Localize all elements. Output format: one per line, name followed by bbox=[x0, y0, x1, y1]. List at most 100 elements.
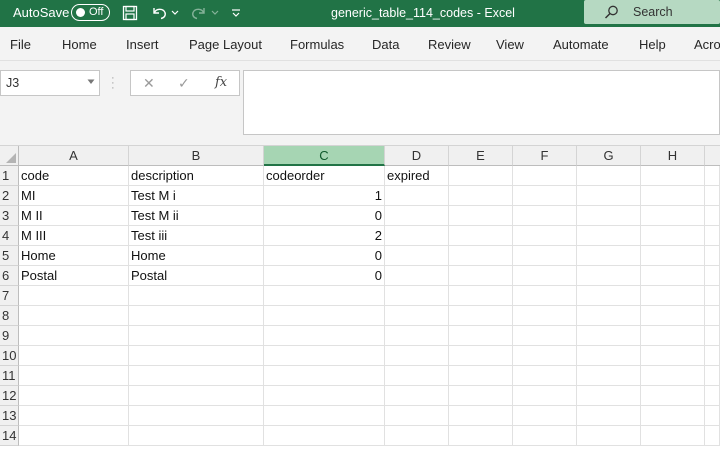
cell-b5[interactable]: Home bbox=[129, 246, 264, 266]
cell-c6[interactable]: 0 bbox=[264, 266, 385, 286]
cell-b6[interactable]: Postal bbox=[129, 266, 264, 286]
cell-c7[interactable] bbox=[264, 286, 385, 306]
cell-b7[interactable] bbox=[129, 286, 264, 306]
cell-c10[interactable] bbox=[264, 346, 385, 366]
cell-c11[interactable] bbox=[264, 366, 385, 386]
cell-a13[interactable] bbox=[19, 406, 129, 426]
cell-h10[interactable] bbox=[641, 346, 705, 366]
cell-f13[interactable] bbox=[513, 406, 577, 426]
tab-automate[interactable]: Automate bbox=[553, 37, 609, 52]
cell-h11[interactable] bbox=[641, 366, 705, 386]
cell-e2[interactable] bbox=[449, 186, 513, 206]
cell-e1[interactable] bbox=[449, 166, 513, 186]
cell-h12[interactable] bbox=[641, 386, 705, 406]
cell-d1[interactable]: expired bbox=[385, 166, 449, 186]
cell-e7[interactable] bbox=[449, 286, 513, 306]
cell-g9[interactable] bbox=[577, 326, 641, 346]
column-header-h[interactable]: H bbox=[641, 146, 705, 166]
undo-dropdown-icon[interactable] bbox=[170, 3, 180, 23]
cell-e3[interactable] bbox=[449, 206, 513, 226]
cell-g6[interactable] bbox=[577, 266, 641, 286]
cell-e13[interactable] bbox=[449, 406, 513, 426]
row-header-3[interactable]: 3 bbox=[0, 206, 19, 226]
cell-f12[interactable] bbox=[513, 386, 577, 406]
cell-e5[interactable] bbox=[449, 246, 513, 266]
cell-g10[interactable] bbox=[577, 346, 641, 366]
tab-help[interactable]: Help bbox=[639, 37, 666, 52]
cell-overflow11[interactable] bbox=[705, 366, 720, 386]
cell-a5[interactable]: Home bbox=[19, 246, 129, 266]
cell-d6[interactable] bbox=[385, 266, 449, 286]
cell-d12[interactable] bbox=[385, 386, 449, 406]
redo-icon[interactable] bbox=[189, 3, 209, 23]
cell-g4[interactable] bbox=[577, 226, 641, 246]
cell-a4[interactable]: M III bbox=[19, 226, 129, 246]
undo-icon[interactable] bbox=[149, 3, 169, 23]
column-header-e[interactable]: E bbox=[449, 146, 513, 166]
cell-b14[interactable] bbox=[129, 426, 264, 446]
formula-input[interactable] bbox=[243, 70, 720, 135]
cell-overflow5[interactable] bbox=[705, 246, 720, 266]
tab-review[interactable]: Review bbox=[428, 37, 471, 52]
tab-insert[interactable]: Insert bbox=[126, 37, 159, 52]
cell-h4[interactable] bbox=[641, 226, 705, 246]
cell-f14[interactable] bbox=[513, 426, 577, 446]
cell-g2[interactable] bbox=[577, 186, 641, 206]
cell-f3[interactable] bbox=[513, 206, 577, 226]
customize-icon[interactable] bbox=[229, 3, 243, 23]
select-all-corner[interactable] bbox=[0, 146, 19, 166]
cell-d9[interactable] bbox=[385, 326, 449, 346]
cell-b1[interactable]: description bbox=[129, 166, 264, 186]
column-header-b[interactable]: B bbox=[129, 146, 264, 166]
cell-f1[interactable] bbox=[513, 166, 577, 186]
cell-e11[interactable] bbox=[449, 366, 513, 386]
cell-overflow7[interactable] bbox=[705, 286, 720, 306]
insert-function-icon[interactable]: fx bbox=[215, 75, 227, 90]
cell-e12[interactable] bbox=[449, 386, 513, 406]
cell-overflow1[interactable] bbox=[705, 166, 720, 186]
row-header-5[interactable]: 5 bbox=[0, 246, 19, 266]
cell-a8[interactable] bbox=[19, 306, 129, 326]
cell-h2[interactable] bbox=[641, 186, 705, 206]
cancel-icon[interactable]: ✕ bbox=[143, 75, 155, 92]
cell-overflow3[interactable] bbox=[705, 206, 720, 226]
row-header-9[interactable]: 9 bbox=[0, 326, 19, 346]
cell-g5[interactable] bbox=[577, 246, 641, 266]
search-box[interactable]: Search bbox=[584, 0, 720, 24]
cell-b3[interactable]: Test M ii bbox=[129, 206, 264, 226]
row-header-4[interactable]: 4 bbox=[0, 226, 19, 246]
cell-g12[interactable] bbox=[577, 386, 641, 406]
name-box[interactable]: J3 bbox=[0, 70, 100, 96]
cell-h7[interactable] bbox=[641, 286, 705, 306]
cell-d2[interactable] bbox=[385, 186, 449, 206]
row-header-8[interactable]: 8 bbox=[0, 306, 19, 326]
cell-overflow6[interactable] bbox=[705, 266, 720, 286]
cell-g8[interactable] bbox=[577, 306, 641, 326]
row-header-6[interactable]: 6 bbox=[0, 266, 19, 286]
cell-a3[interactable]: M II bbox=[19, 206, 129, 226]
cell-f8[interactable] bbox=[513, 306, 577, 326]
cell-b11[interactable] bbox=[129, 366, 264, 386]
cell-g1[interactable] bbox=[577, 166, 641, 186]
cell-a14[interactable] bbox=[19, 426, 129, 446]
column-header-d[interactable]: D bbox=[385, 146, 449, 166]
cell-g3[interactable] bbox=[577, 206, 641, 226]
cell-overflow8[interactable] bbox=[705, 306, 720, 326]
cell-a9[interactable] bbox=[19, 326, 129, 346]
tab-page-layout[interactable]: Page Layout bbox=[189, 37, 262, 52]
column-header-a[interactable]: A bbox=[19, 146, 129, 166]
cell-b13[interactable] bbox=[129, 406, 264, 426]
cell-overflow4[interactable] bbox=[705, 226, 720, 246]
cell-a2[interactable]: MI bbox=[19, 186, 129, 206]
cell-h6[interactable] bbox=[641, 266, 705, 286]
row-header-7[interactable]: 7 bbox=[0, 286, 19, 306]
cell-h3[interactable] bbox=[641, 206, 705, 226]
column-header-overflow[interactable] bbox=[705, 146, 720, 166]
cell-e14[interactable] bbox=[449, 426, 513, 446]
cell-d7[interactable] bbox=[385, 286, 449, 306]
cell-e9[interactable] bbox=[449, 326, 513, 346]
cell-c2[interactable]: 1 bbox=[264, 186, 385, 206]
cell-h1[interactable] bbox=[641, 166, 705, 186]
redo-dropdown-icon[interactable] bbox=[210, 3, 220, 23]
cell-c5[interactable]: 0 bbox=[264, 246, 385, 266]
